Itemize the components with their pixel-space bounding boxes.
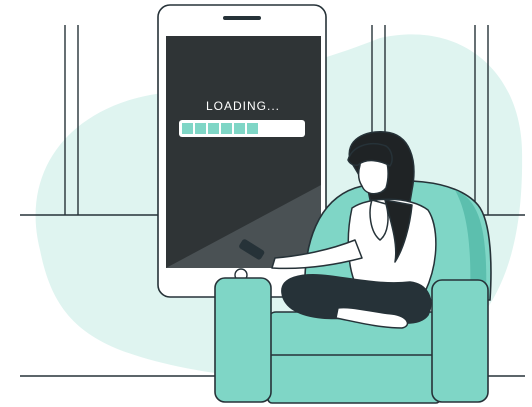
progress-segment bbox=[208, 123, 219, 134]
progress-segment bbox=[221, 123, 232, 134]
armchair-base bbox=[267, 354, 441, 404]
loading-illustration: LOADING... bbox=[20, 4, 525, 404]
progress-segment bbox=[182, 123, 193, 134]
phone: LOADING... bbox=[157, 4, 327, 298]
speaker-slot-icon bbox=[223, 16, 261, 20]
armchair-arm-right bbox=[431, 279, 489, 403]
progress-segment bbox=[234, 123, 245, 134]
armchair-arm-left bbox=[214, 277, 272, 403]
progress-segment bbox=[247, 123, 258, 134]
progress-segment bbox=[195, 123, 206, 134]
loading-text: LOADING... bbox=[206, 99, 280, 113]
